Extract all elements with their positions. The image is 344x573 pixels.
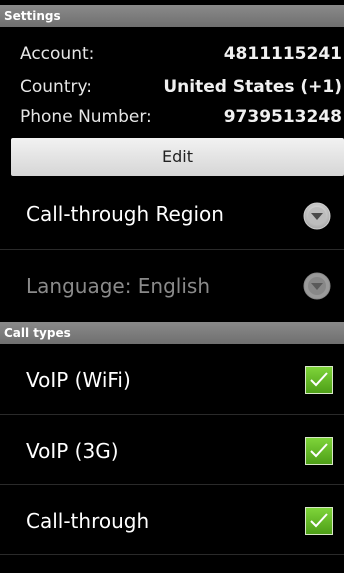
- phone-number-label: Phone Number:: [20, 107, 152, 127]
- country-value: United States (+1): [163, 77, 342, 97]
- voip-3g-checkbox[interactable]: [305, 437, 333, 465]
- call-through-label: Call-through: [26, 509, 150, 533]
- dropdown-arrow-icon: [302, 271, 332, 301]
- call-types-section-header: Call types: [0, 322, 344, 344]
- checkmark-icon: [310, 443, 328, 458]
- voip-3g-row[interactable]: VoIP (3G): [0, 415, 344, 485]
- checkmark-icon: [310, 513, 328, 528]
- voip-wifi-row[interactable]: VoIP (WiFi): [0, 344, 344, 415]
- language-preference: Language: English: [0, 250, 344, 322]
- call-through-region-preference[interactable]: Call-through Region: [0, 182, 344, 250]
- language-label: Language: English: [26, 274, 211, 298]
- dropdown-arrow-icon[interactable]: [302, 201, 332, 231]
- account-row: Account: 4811115241: [0, 41, 344, 67]
- voip-wifi-label: VoIP (WiFi): [26, 368, 131, 392]
- phone-number-row: Phone Number: 9739513248: [0, 104, 344, 130]
- call-through-row[interactable]: Call-through: [0, 485, 344, 555]
- account-value: 4811115241: [223, 44, 342, 64]
- voip-3g-label: VoIP (3G): [26, 439, 119, 463]
- phone-number-value: 9739513248: [223, 107, 342, 127]
- call-through-checkbox[interactable]: [305, 507, 333, 535]
- country-row: Country: United States (+1): [0, 74, 344, 100]
- call-through-region-label: Call-through Region: [26, 202, 224, 226]
- checkmark-icon: [310, 372, 328, 387]
- voip-wifi-checkbox[interactable]: [305, 366, 333, 394]
- edit-button[interactable]: Edit: [11, 138, 344, 176]
- account-label: Account:: [20, 44, 95, 64]
- settings-section-header: Settings: [0, 5, 344, 27]
- country-label: Country:: [20, 77, 93, 97]
